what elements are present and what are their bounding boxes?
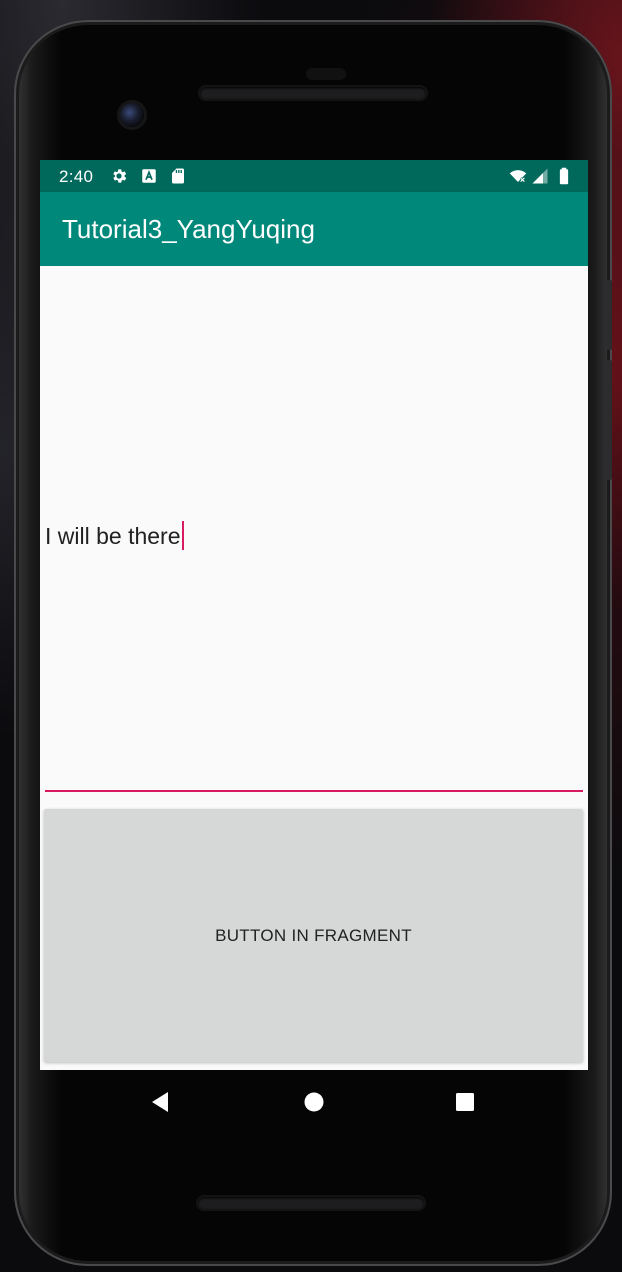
app-title: Tutorial3_YangYuqing	[62, 214, 315, 244]
sd-card-icon	[172, 168, 184, 184]
device-screen: 2:40 Tutorial3_YangYuqing I will be ther…	[40, 160, 588, 1070]
signal-icon	[532, 168, 548, 184]
text-input-value: I will be there	[45, 523, 181, 549]
settings-icon	[113, 169, 127, 183]
volume-button	[606, 360, 612, 480]
app-bar: Tutorial3_YangYuqing	[40, 192, 588, 266]
back-icon[interactable]	[142, 1084, 178, 1120]
navigation-bar	[40, 1070, 588, 1134]
power-button	[606, 280, 612, 350]
home-icon[interactable]	[296, 1084, 332, 1120]
proximity-sensor	[306, 68, 346, 80]
wifi-icon	[509, 170, 527, 183]
status-time: 2:40	[59, 167, 94, 186]
text-input-field[interactable]: I will be there	[45, 266, 583, 793]
status-bar: 2:40	[40, 160, 588, 192]
fragment-button[interactable]: BUTTON IN FRAGMENT	[44, 809, 583, 1062]
text-cursor	[181, 521, 184, 550]
battery-icon	[559, 167, 569, 185]
text-input-value-wrapper: I will be there	[45, 521, 184, 550]
front-camera	[120, 103, 144, 127]
a-notification-icon	[142, 169, 156, 183]
overview-icon[interactable]	[447, 1084, 483, 1120]
main-content: I will be there BUTTON IN FRAGMENT	[40, 266, 588, 1070]
bottom-speaker	[198, 1197, 424, 1209]
text-input-underline	[45, 790, 583, 792]
top-speaker	[200, 87, 426, 99]
